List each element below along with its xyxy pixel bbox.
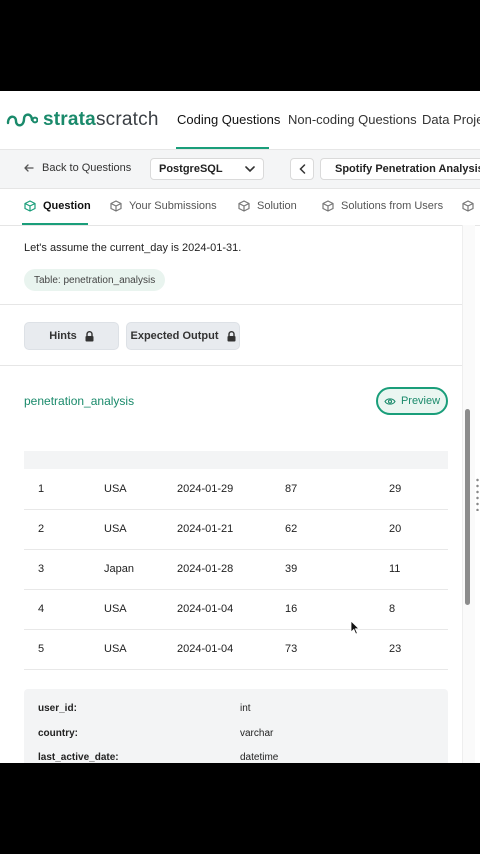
question-assumption-text: Let's assume the current_day is 2024-01-… [24, 242, 242, 254]
cell-last-active-date: 2024-01-28 [177, 563, 234, 575]
cube-icon [322, 200, 334, 212]
cube-icon [238, 200, 250, 212]
table-row: 5 USA 2024-01-04 73 23 [24, 629, 448, 670]
scrollbar-thumb[interactable] [465, 409, 470, 605]
logo-text-scratch: scratch [95, 109, 159, 130]
table-row: 4 USA 2024-01-04 16 8 [24, 589, 448, 630]
cell-country: USA [104, 523, 127, 535]
tab-active-indicator [22, 223, 88, 225]
cell-user-id: 5 [38, 643, 45, 655]
chevron-down-icon [245, 165, 255, 172]
schema-column-name: last_active_date: [38, 752, 119, 763]
schema-column-type: varchar [240, 728, 274, 739]
schema-column-type: datetime [240, 752, 279, 763]
panel-resize-handle[interactable] [476, 477, 479, 511]
cell-value-a: 16 [285, 603, 298, 615]
sql-dialect-select[interactable]: PostgreSQL [150, 158, 264, 180]
question-select-value: Spotify Penetration Analysis [335, 163, 480, 175]
logo-text-strata: strata [43, 109, 96, 130]
table-row: 2 USA 2024-01-21 62 20 [24, 509, 448, 550]
cell-user-id: 4 [38, 603, 45, 615]
cell-value-b: 29 [389, 483, 402, 495]
hints-label: Hints [49, 330, 77, 342]
table-schema: user_id: int country: varchar last_activ… [24, 689, 448, 763]
cell-last-active-date: 2024-01-04 [177, 603, 234, 615]
question-tabs: Question Your Submissions Solution Solut… [0, 189, 480, 226]
cell-user-id: 1 [38, 483, 45, 495]
cell-country: Japan [104, 563, 134, 575]
cell-value-b: 23 [389, 643, 402, 655]
lock-icon [85, 330, 94, 341]
schema-column-name: user_id: [38, 703, 77, 714]
expected-output-label: Expected Output [130, 330, 219, 342]
sql-dialect-value: PostgreSQL [159, 163, 223, 175]
cell-value-a: 73 [285, 643, 298, 655]
tab-your-submissions[interactable]: Your Submissions [110, 200, 217, 212]
top-navigation: stratascratch Coding Questions Non-codin… [0, 91, 480, 150]
question-toolbar: Back to Questions PostgreSQL Spotify Pen… [0, 150, 480, 189]
dataset-name: penetration_analysis [24, 394, 135, 408]
tab-solution[interactable]: Solution [238, 200, 297, 212]
tab-more[interactable] [462, 200, 474, 212]
tab-solutions-from-users[interactable]: Solutions from Users [322, 200, 443, 212]
preview-label: Preview [400, 395, 441, 407]
preview-button[interactable]: Preview [376, 387, 448, 415]
back-to-questions-link[interactable]: Back to Questions [24, 162, 131, 174]
cell-last-active-date: 2024-01-21 [177, 523, 234, 535]
previous-question-button[interactable] [290, 158, 314, 180]
question-select[interactable]: Spotify Penetration Analysis [320, 158, 480, 180]
cursor-icon [350, 620, 360, 635]
section-divider [0, 304, 472, 305]
schema-column-name: country: [38, 728, 78, 739]
strata-logo-icon [6, 113, 38, 127]
tab-question-label: Question [43, 200, 91, 212]
nav-active-indicator [176, 147, 269, 149]
cell-last-active-date: 2024-01-04 [177, 643, 234, 655]
cell-user-id: 2 [38, 523, 45, 535]
chevron-left-icon [298, 164, 305, 174]
arrow-left-icon [24, 164, 34, 172]
cell-country: USA [104, 643, 127, 655]
table-header-row [24, 451, 448, 469]
expected-output-button[interactable]: Expected Output [126, 322, 240, 350]
cell-value-b: 8 [389, 603, 396, 615]
tab-question[interactable]: Question [24, 200, 91, 212]
section-divider [0, 365, 472, 366]
logo-text: stratascratch [43, 109, 159, 131]
tab-solutions-from-users-label: Solutions from Users [341, 200, 444, 212]
table-row: 3 Japan 2024-01-28 39 11 [24, 549, 448, 590]
table-badge[interactable]: Table: penetration_analysis [24, 269, 166, 291]
cube-icon [24, 200, 36, 212]
cube-icon [462, 200, 474, 212]
stratascratch-logo[interactable]: stratascratch [6, 109, 159, 131]
nav-noncoding-questions[interactable]: Non-coding Questions [288, 112, 417, 127]
hints-button[interactable]: Hints [24, 322, 119, 350]
cube-icon [110, 200, 122, 212]
cell-value-a: 87 [285, 483, 298, 495]
cell-country: USA [104, 603, 127, 615]
schema-column-type: int [240, 703, 251, 714]
cell-last-active-date: 2024-01-29 [177, 483, 234, 495]
cell-country: USA [104, 483, 127, 495]
table-row: 1 USA 2024-01-29 87 29 [24, 469, 448, 510]
tab-solution-label: Solution [257, 200, 297, 212]
lock-icon [227, 330, 235, 341]
cell-value-b: 20 [389, 523, 402, 535]
cell-value-a: 62 [285, 523, 298, 535]
cell-value-b: 11 [389, 563, 401, 575]
eye-icon [384, 397, 396, 405]
cell-value-a: 39 [285, 563, 298, 575]
back-to-questions-label: Back to Questions [42, 162, 132, 174]
nav-data-projects[interactable]: Data Projec [422, 112, 480, 127]
cell-user-id: 3 [38, 563, 45, 575]
nav-coding-questions[interactable]: Coding Questions [177, 112, 280, 127]
tab-your-submissions-label: Your Submissions [129, 200, 217, 212]
app-screen: stratascratch Coding Questions Non-codin… [0, 91, 480, 763]
